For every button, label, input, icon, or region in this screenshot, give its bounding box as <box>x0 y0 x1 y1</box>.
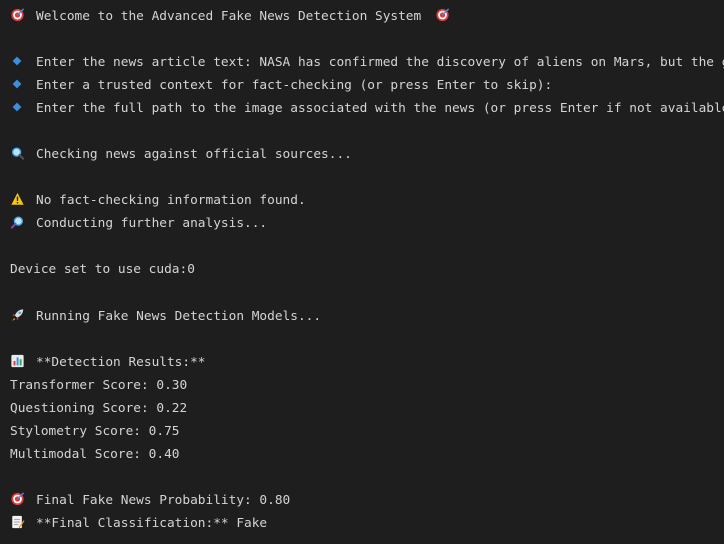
further-analysis-line: Conducting further analysis... <box>10 212 267 235</box>
device-line: Device set to use cuda:0 <box>10 258 195 281</box>
checking-line: Checking news against official sources..… <box>10 143 352 166</box>
prompt-article-line: Enter the news article text: NASA has co… <box>10 51 724 74</box>
prompt-context-text: Enter a trusted context for fact-checkin… <box>36 78 553 93</box>
blue-diamond-icon <box>10 54 27 68</box>
target-icon <box>10 8 27 22</box>
results-header-line: **Detection Results:** <box>10 351 206 374</box>
prompt-image-text: Enter the full path to the image associa… <box>36 101 724 116</box>
further-analysis-text: Conducting further analysis... <box>36 216 268 231</box>
device-text: Device set to use cuda:0 <box>10 262 195 277</box>
magnifier-left-icon <box>10 146 27 160</box>
final-classification-text: **Final Classification:** Fake <box>36 516 268 531</box>
running-text: Running Fake News Detection Models... <box>36 309 322 324</box>
welcome-text: Welcome to the Advanced Fake News Detect… <box>36 9 422 24</box>
terminal-output: Welcome to the Advanced Fake News Detect… <box>0 0 724 544</box>
final-probability-text: Final Fake News Probability: 0.80 <box>36 493 291 508</box>
blue-diamond-icon <box>10 77 27 91</box>
final-probability-line: Final Fake News Probability: 0.80 <box>10 489 290 512</box>
target-icon <box>435 8 452 22</box>
rocket-icon <box>10 308 27 322</box>
final-classification-line: **Final Classification:** Fake <box>10 512 267 535</box>
multimodal-score-text: Multimodal Score: 0.40 <box>10 447 180 462</box>
multimodal-score-line: Multimodal Score: 0.40 <box>10 443 180 466</box>
results-header-text: **Detection Results:** <box>36 355 206 370</box>
target-icon <box>10 492 27 506</box>
bar-chart-icon <box>10 354 27 368</box>
questioning-score-text: Questioning Score: 0.22 <box>10 401 188 416</box>
stylometry-score-line: Stylometry Score: 0.75 <box>10 420 180 443</box>
checking-text: Checking news against official sources..… <box>36 147 352 162</box>
welcome-line: Welcome to the Advanced Fake News Detect… <box>10 5 461 28</box>
running-line: Running Fake News Detection Models... <box>10 305 321 328</box>
warning-icon <box>10 192 27 206</box>
stylometry-score-text: Stylometry Score: 0.75 <box>10 424 180 439</box>
blue-diamond-icon <box>10 100 27 114</box>
memo-icon <box>10 515 27 529</box>
transformer-score-text: Transformer Score: 0.30 <box>10 378 188 393</box>
no-factcheck-text: No fact-checking information found. <box>36 193 306 208</box>
transformer-score-line: Transformer Score: 0.30 <box>10 374 187 397</box>
prompt-image-line: Enter the full path to the image associa… <box>10 97 724 120</box>
prompt-article-text: Enter the news article text: NASA has co… <box>36 55 724 70</box>
prompt-context-line: Enter a trusted context for fact-checkin… <box>10 74 552 97</box>
magnifier-right-icon <box>10 215 27 229</box>
no-factcheck-line: No fact-checking information found. <box>10 189 306 212</box>
questioning-score-line: Questioning Score: 0.22 <box>10 397 187 420</box>
